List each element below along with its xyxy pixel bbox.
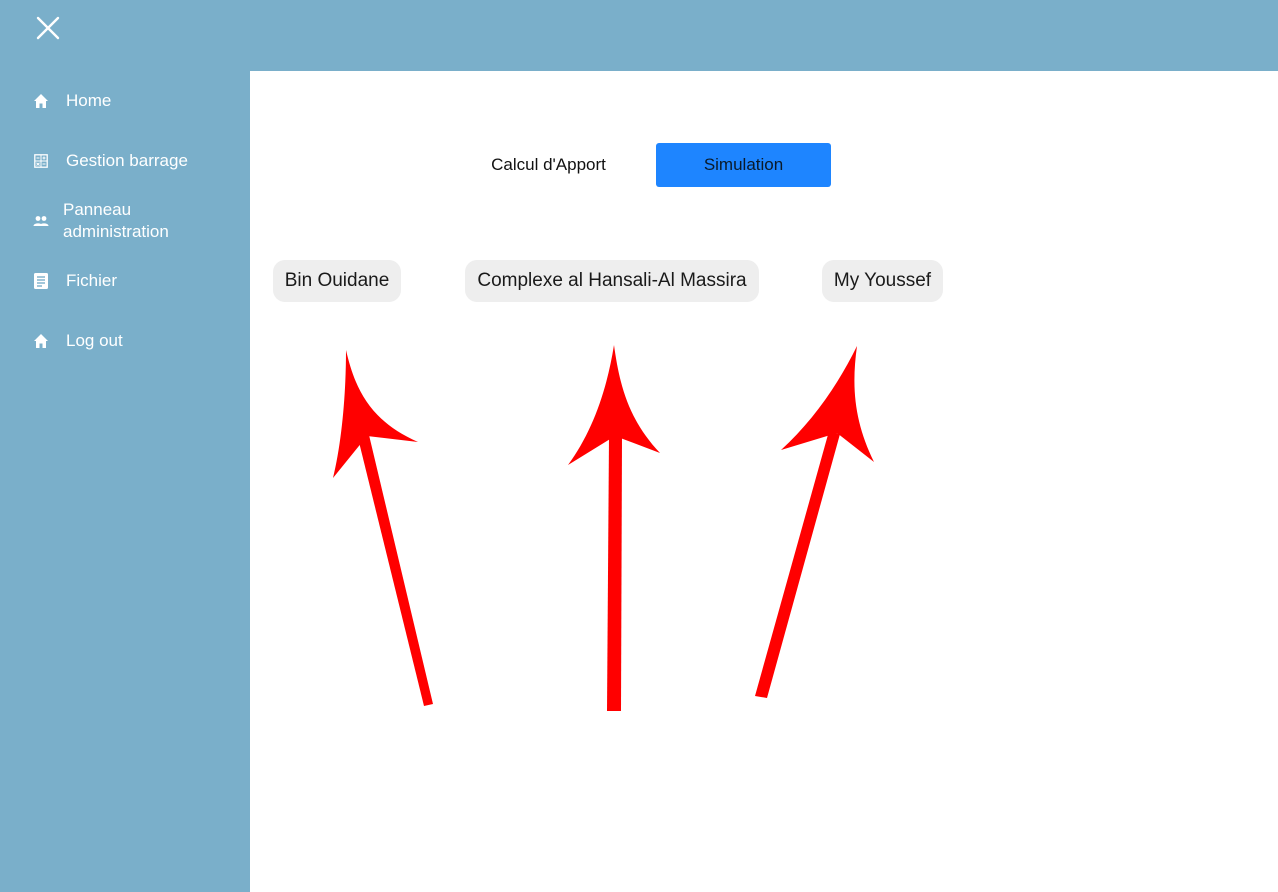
annotation-arrow xyxy=(333,350,433,706)
sidebar-item-label: Home xyxy=(66,91,112,110)
dam-chip-my-youssef[interactable]: My Youssef xyxy=(822,260,943,302)
main-content: Calcul d'Apport Simulation Bin Ouidane C… xyxy=(250,71,1278,892)
home-icon xyxy=(32,332,50,350)
dam-chip-bin-ouidane[interactable]: Bin Ouidane xyxy=(273,260,401,302)
sidebar-item-label: Gestion barrage xyxy=(66,151,188,170)
close-icon[interactable] xyxy=(36,16,60,40)
sidebar: Home Gestion barrage Panneau administrat… xyxy=(0,71,250,892)
sidebar-item-log-out[interactable]: Log out xyxy=(0,330,250,352)
sidebar-item-label: Fichier xyxy=(66,271,118,290)
sidebar-item-label: Panneau administration xyxy=(63,200,169,241)
document-icon xyxy=(32,272,50,290)
dam-chip-complexe-al-hansali-al-massira[interactable]: Complexe al Hansali-Al Massira xyxy=(465,260,759,302)
annotation-arrow xyxy=(568,345,660,711)
annotation-arrow xyxy=(755,346,874,698)
top-bar xyxy=(0,0,1278,71)
calculator-icon xyxy=(32,152,50,170)
people-icon xyxy=(32,212,50,230)
tab-simulation[interactable]: Simulation xyxy=(656,143,831,187)
annotation-arrows xyxy=(333,345,874,711)
sidebar-item-panneau-administration[interactable]: Panneau administration xyxy=(0,199,250,243)
home-icon xyxy=(32,92,50,110)
sidebar-item-home[interactable]: Home xyxy=(0,90,250,112)
tab-calcul-apport[interactable]: Calcul d'Apport xyxy=(470,143,627,187)
sidebar-item-fichier[interactable]: Fichier xyxy=(0,270,250,292)
sidebar-item-label: Log out xyxy=(66,331,123,350)
sidebar-item-gestion-barrage[interactable]: Gestion barrage xyxy=(0,150,250,172)
